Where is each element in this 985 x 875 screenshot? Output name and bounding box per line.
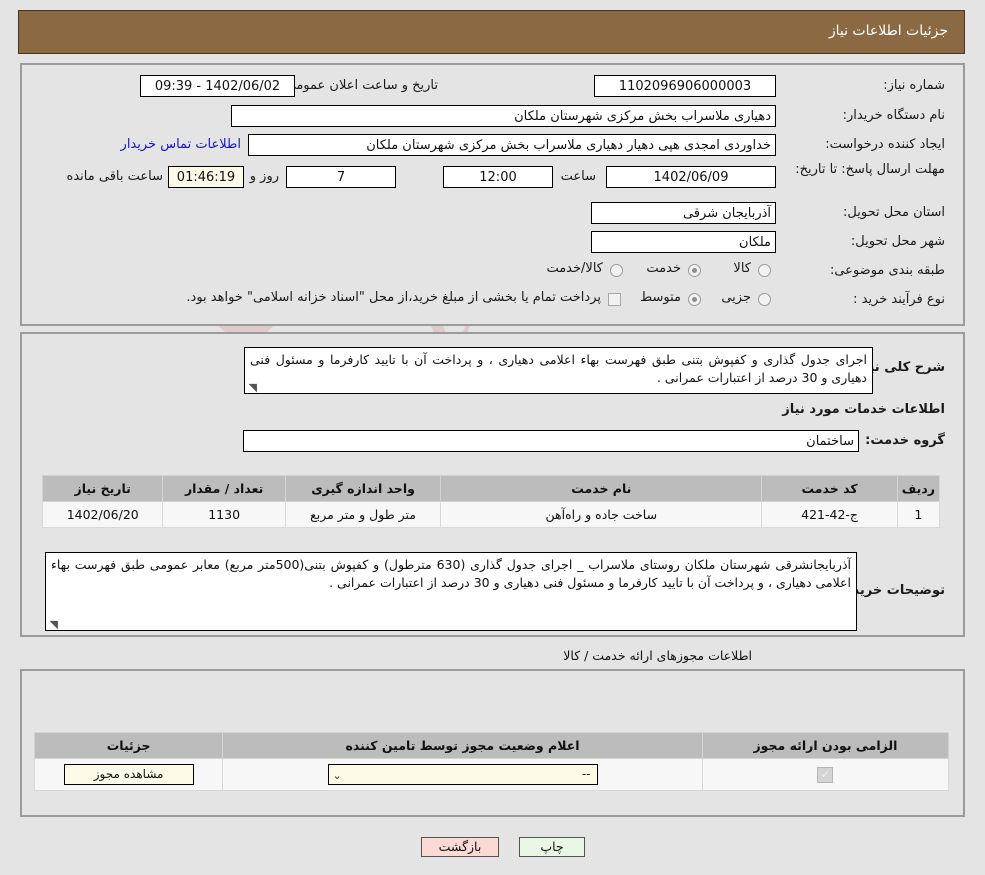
need-info-panel: شماره نیاز: 1102096906000003 تاریخ و ساع…: [20, 63, 965, 326]
permit-status-selected-value: --: [581, 767, 591, 781]
permits-panel: الزامی بودن ارائه مجوز اعلام وضعیت مجوز …: [20, 669, 965, 817]
buyer-org-value: دهیاری ملاسراب بخش مرکزی شهرستان ملکان: [231, 105, 776, 127]
service-group-value: ساختمان: [243, 430, 859, 452]
remaining-label: ساعت باقی مانده: [66, 169, 163, 184]
permits-heading: اطلاعات مجوزهای ارائه خدمت / کالا: [563, 648, 752, 663]
radio-classification-kala-khedmat[interactable]: [610, 264, 623, 277]
col-unit: واحد اندازه گیری: [284, 475, 442, 502]
radio-classification-khedmat-label: خدمت: [646, 261, 681, 276]
page-root: V AriaTender.net جزئیات اطلاعات نیاز شما…: [0, 0, 985, 875]
services-heading: اطلاعات خدمات مورد نیاز: [782, 402, 945, 417]
checkbox-treasury-docs[interactable]: [608, 293, 621, 306]
buyer-org-label: نام دستگاه خریدار:: [842, 108, 945, 123]
col-name: نام خدمت: [440, 475, 763, 502]
process-label: نوع فرآیند خرید :: [853, 292, 945, 307]
col-permit-status: اعلام وضعیت مجوز توسط تامین کننده: [222, 732, 703, 759]
hour-label: ساعت: [560, 169, 596, 184]
view-permit-button[interactable]: مشاهده مجوز: [63, 764, 194, 785]
print-button[interactable]: چاپ: [519, 837, 585, 857]
permits-table: الزامی بودن ارائه مجوز اعلام وضعیت مجوز …: [33, 732, 950, 791]
cell-permit-details: مشاهده مجوز: [33, 758, 224, 791]
col-row: ردیف: [896, 475, 941, 502]
cell-quantity: 1130: [162, 501, 286, 528]
permits-row: ✓ ⌄ -- مشاهده مجوز: [33, 758, 950, 791]
need-number-label: شماره نیاز:: [883, 78, 945, 93]
buyer-notes-textarea[interactable]: آذربایجانشرقی شهرستان ملکان روستای ملاسر…: [45, 552, 857, 631]
radio-classification-khedmat[interactable]: [688, 264, 701, 277]
requester-value: خداوردی امجدی هپی دهیار دهیاری ملاسراب ب…: [248, 134, 776, 156]
province-label: استان محل تحویل:: [843, 205, 945, 220]
col-quantity: تعداد / مقدار: [162, 475, 286, 502]
radio-process-jozee[interactable]: [758, 293, 771, 306]
announce-datetime-label: تاریخ و ساعت اعلان عمومی:: [281, 78, 438, 93]
resize-grip-icon-2[interactable]: ◥: [48, 619, 58, 630]
resize-grip-icon[interactable]: ◥: [247, 382, 257, 393]
cell-row: 1: [896, 501, 941, 528]
city-value: ملکان: [591, 231, 776, 253]
service-details-panel: شرح کلی نیاز: اجرای جدول گذاری و کفپوش ب…: [20, 332, 965, 637]
hour-value: 12:00: [443, 166, 553, 188]
radio-classification-kala-label: کالا: [733, 261, 751, 276]
city-label: شهر محل تحویل:: [850, 234, 945, 249]
table-header-row: ردیف کد خدمت نام خدمت واحد اندازه گیری ت…: [41, 475, 941, 502]
deadline-date-value: 1402/06/09: [606, 166, 776, 188]
cell-permit-status: ⌄ --: [222, 758, 703, 791]
table-row: 1 ج-42-421 ساخت جاده و راه‌آهن متر طول و…: [41, 501, 941, 528]
back-button[interactable]: بازگشت: [421, 837, 499, 857]
radio-process-motevaset[interactable]: [688, 293, 701, 306]
classification-label: طبقه بندی موضوعی:: [829, 263, 945, 278]
col-permit-details: جزئیات: [33, 732, 224, 759]
permit-required-checkbox-icon: ✓: [817, 767, 834, 783]
col-code: کد خدمت: [761, 475, 898, 502]
buyer-notes-text: آذربایجانشرقی شهرستان ملکان روستای ملاسر…: [51, 557, 851, 590]
deadline-label: مهلت ارسال پاسخ: تا تاریخ:: [795, 162, 945, 177]
countdown-value: 01:46:19: [168, 166, 244, 188]
radio-process-jozee-label: جزیی: [721, 290, 751, 305]
col-permit-required: الزامی بودن ارائه مجوز: [701, 732, 950, 759]
need-summary-text: اجرای جدول گذاری و کفپوش بتنی طبق فهرست …: [250, 352, 867, 385]
radio-classification-kala[interactable]: [758, 264, 771, 277]
col-date: تاریخ نیاز: [41, 475, 164, 502]
treasury-note: پرداخت تمام یا بخشی از مبلغ خرید،از محل …: [186, 290, 601, 305]
page-title: جزئیات اطلاعات نیاز: [828, 23, 948, 39]
cell-permit-required: ✓: [701, 758, 950, 791]
requester-label: ایجاد کننده درخواست:: [825, 137, 945, 152]
province-value: آذربایجان شرقی: [591, 202, 776, 224]
announce-datetime-value: 1402/06/02 - 09:39: [140, 75, 295, 97]
radio-process-motevaset-label: متوسط: [640, 290, 681, 305]
days-label: روز و: [249, 169, 279, 184]
chevron-down-icon: ⌄: [332, 769, 342, 782]
permits-header-row: الزامی بودن ارائه مجوز اعلام وضعیت مجوز …: [33, 732, 950, 759]
services-table: ردیف کد خدمت نام خدمت واحد اندازه گیری ت…: [41, 475, 941, 528]
days-value: 7: [286, 166, 396, 188]
page-header-bar: جزئیات اطلاعات نیاز: [18, 10, 965, 54]
radio-classification-kala-khedmat-label: کالا/خدمت: [546, 261, 603, 276]
cell-date: 1402/06/20: [41, 501, 164, 528]
need-summary-textarea[interactable]: اجرای جدول گذاری و کفپوش بتنی طبق فهرست …: [244, 347, 873, 394]
permit-status-select[interactable]: ⌄ --: [327, 764, 598, 785]
cell-unit: متر طول و متر مربع: [284, 501, 442, 528]
cell-code: ج-42-421: [761, 501, 898, 528]
buyer-contact-link[interactable]: اطلاعات تماس خریدار: [121, 137, 241, 152]
need-number-value: 1102096906000003: [594, 75, 776, 97]
cell-name: ساخت جاده و راه‌آهن: [440, 501, 763, 528]
service-group-label: گروه خدمت:: [865, 433, 945, 448]
